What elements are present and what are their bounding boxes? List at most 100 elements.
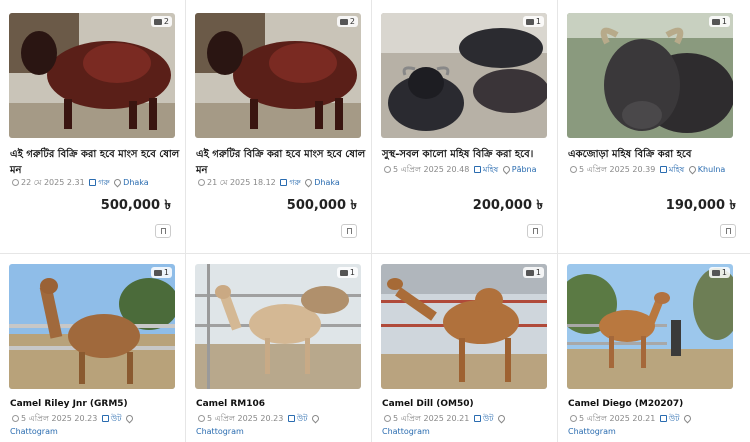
camera-icon [153, 269, 162, 276]
listing-card[interactable]: 1 Camel Dill (OM50) 5 এপ্রিল 2025 20.21 … [372, 254, 558, 442]
listing-meta: 5 এপ্রিল 2025 20.39 মহিষ Khulna [568, 163, 740, 176]
bookmark-button[interactable] [527, 224, 543, 238]
listing-meta: 5 এপ্রিল 2025 20.23 উট Chattogram [10, 412, 182, 438]
listing-meta: 5 এপ্রিল 2025 20.23 উট Chattogram [196, 412, 368, 438]
listing-title[interactable]: Camel Dill (OM50) [382, 396, 552, 412]
listing-category[interactable]: উট [297, 414, 308, 423]
listing-card[interactable]: 2 এই গরুটির বিক্রি করা হবে মাংস হবে ষোল … [0, 0, 186, 254]
folder-icon [89, 179, 97, 186]
camera-icon [525, 269, 534, 276]
listing-card[interactable]: 1 Camel Diego (M20207) 5 এপ্রিল 2025 20.… [558, 254, 750, 442]
listing-title[interactable]: সুস্থ-সবল কালো মহিষ বিক্রি করা হবে। [382, 147, 552, 163]
bookmark-button[interactable] [341, 224, 357, 238]
listing-location[interactable]: Chattogram [568, 427, 616, 436]
listing-photo[interactable]: 1 [195, 264, 361, 389]
listing-category[interactable]: মহিষ [669, 165, 684, 174]
location-pin-icon [303, 177, 314, 188]
location-pin-icon [310, 413, 321, 424]
clock-icon [384, 415, 391, 422]
listing-price: 190,000 ৳ [665, 198, 736, 213]
clock-icon [570, 415, 577, 422]
listing-category[interactable]: গরু [98, 178, 109, 187]
listing-photo[interactable]: 1 [381, 13, 547, 138]
camera-icon [153, 18, 162, 25]
bookmark-button[interactable] [155, 224, 171, 238]
listing-location[interactable]: Dhaka [123, 178, 149, 187]
listing-category[interactable]: উট [669, 414, 680, 423]
listing-card[interactable]: 1 Camel RM106 5 এপ্রিল 2025 20.23 উট Cha… [186, 254, 372, 442]
photo-count-badge: 1 [708, 16, 730, 27]
location-pin-icon [687, 164, 698, 175]
listing-category[interactable]: গরু [289, 178, 300, 187]
bookmark-icon [532, 228, 538, 234]
listing-date: 5 এপ্রিল 2025 20.21 [393, 414, 470, 423]
folder-icon [101, 415, 109, 422]
listing-title[interactable]: এই গরুটির বিক্রি করা হবে মাংস হবে ষোল মন [196, 147, 366, 179]
listing-title[interactable]: এই গরুটির বিক্রি করা হবে মাংস হবে ষোল মন [10, 147, 180, 179]
listing-title[interactable]: Camel RM106 [196, 396, 366, 412]
camera-icon [711, 269, 720, 276]
photo-count-badge: 1 [522, 267, 544, 278]
folder-icon [473, 415, 481, 422]
location-pin-icon [124, 413, 135, 424]
folder-icon [287, 415, 295, 422]
listing-date: 5 এপ্রিল 2025 20.39 [579, 165, 656, 174]
listing-meta: 22 মে 2025 2.31 গরু Dhaka [10, 176, 182, 189]
location-pin-icon [112, 177, 123, 188]
listing-date: 22 মে 2025 2.31 [21, 178, 85, 187]
listing-category[interactable]: মহিষ [483, 165, 498, 174]
folder-icon [473, 166, 481, 173]
listing-card[interactable]: 1 Camel Riley Jnr (GRM5) 5 এপ্রিল 2025 2… [0, 254, 186, 442]
listing-location[interactable]: Chattogram [10, 427, 58, 436]
listing-grid: 2 এই গরুটির বিক্রি করা হবে মাংস হবে ষোল … [0, 0, 750, 442]
listing-title[interactable]: Camel Diego (M20207) [568, 396, 738, 412]
photo-count-badge: 1 [150, 267, 172, 278]
photo-count-badge: 1 [336, 267, 358, 278]
camera-icon [525, 18, 534, 25]
listing-category[interactable]: উট [111, 414, 122, 423]
bookmark-button[interactable] [720, 224, 736, 238]
listing-price: 500,000 ৳ [100, 198, 171, 213]
listing-meta: 5 এপ্রিল 2025 20.48 মহিষ Pābna [382, 163, 554, 176]
listing-meta: 5 এপ্রিল 2025 20.21 উট Chattogram [382, 412, 554, 438]
photo-count-badge: 1 [708, 267, 730, 278]
folder-icon [659, 166, 667, 173]
camera-icon [339, 18, 348, 25]
listing-photo[interactable]: 1 [567, 264, 733, 389]
listing-location[interactable]: Dhaka [314, 178, 340, 187]
listing-category[interactable]: উট [483, 414, 494, 423]
listing-photo[interactable]: 1 [381, 264, 547, 389]
listing-location[interactable]: Chattogram [382, 427, 430, 436]
listing-date: 5 এপ্রিল 2025 20.23 [21, 414, 98, 423]
listing-date: 21 মে 2025 18.12 [207, 178, 276, 187]
clock-icon [12, 179, 19, 186]
listing-card[interactable]: 1 সুস্থ-সবল কালো মহিষ বিক্রি করা হবে। 5 … [372, 0, 558, 254]
listing-date: 5 এপ্রিল 2025 20.23 [207, 414, 284, 423]
photo-count-badge: 2 [336, 16, 358, 27]
listing-photo[interactable]: 1 [567, 13, 733, 138]
camera-icon [711, 18, 720, 25]
photo-count-badge: 2 [150, 16, 172, 27]
listing-location[interactable]: Pābna [512, 165, 537, 174]
listing-photo[interactable]: 2 [195, 13, 361, 138]
location-pin-icon [682, 413, 693, 424]
listing-card[interactable]: 1 একজোড়া মহিষ বিক্রি করা হবে 5 এপ্রিল 2… [558, 0, 750, 254]
clock-icon [384, 166, 391, 173]
folder-icon [659, 415, 667, 422]
bookmark-icon [346, 228, 352, 234]
listing-location[interactable]: Khulna [698, 165, 726, 174]
photo-count-badge: 1 [522, 16, 544, 27]
listing-photo[interactable]: 2 [9, 13, 175, 138]
listing-card[interactable]: 2 এই গরুটির বিক্রি করা হবে মাংস হবে ষোল … [186, 0, 372, 254]
location-pin-icon [501, 164, 512, 175]
listing-photo[interactable]: 1 [9, 264, 175, 389]
location-pin-icon [496, 413, 507, 424]
listing-meta: 5 এপ্রিল 2025 20.21 উট Chattogram [568, 412, 740, 438]
listing-location[interactable]: Chattogram [196, 427, 244, 436]
folder-icon [280, 179, 288, 186]
listing-title[interactable]: একজোড়া মহিষ বিক্রি করা হবে [568, 147, 738, 163]
bookmark-icon [725, 228, 731, 234]
listing-title[interactable]: Camel Riley Jnr (GRM5) [10, 396, 180, 412]
clock-icon [198, 415, 205, 422]
camera-icon [339, 269, 348, 276]
